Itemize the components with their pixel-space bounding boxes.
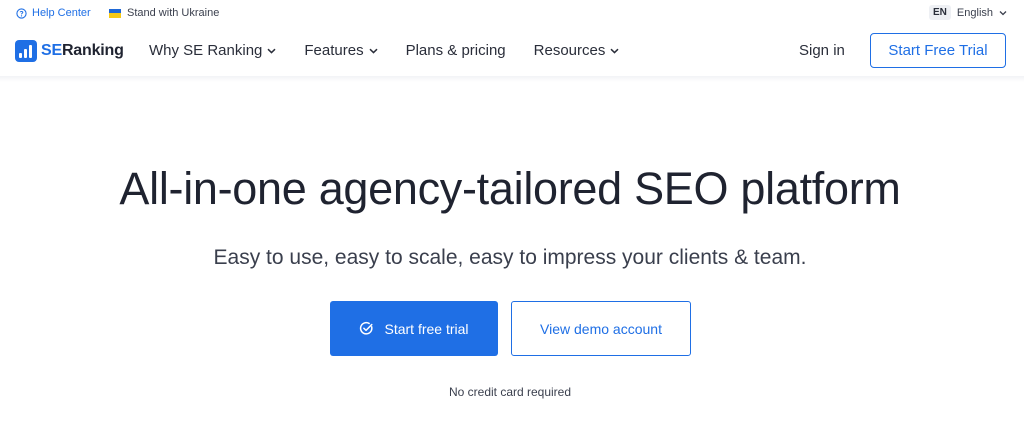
chevron-down-icon [267,48,276,54]
logo-text: SERanking [41,42,124,59]
ukraine-flag-icon [109,8,121,18]
nav-item-features[interactable]: Features [304,42,378,59]
nav-shadow-divider [0,76,1024,82]
question-circle-icon [16,7,27,19]
language-code: EN [929,5,951,20]
check-circle-icon [360,321,374,335]
nav-item-why-se-ranking[interactable]: Why SE Ranking [149,42,276,59]
start-free-trial-button[interactable]: Start Free Trial [870,33,1006,68]
stand-with-ukraine-link[interactable]: Stand with Ukraine [109,7,219,19]
nav-item-label: Why SE Ranking [149,42,263,59]
chevron-down-icon [999,10,1007,15]
utility-bar: Help Center Stand with Ukraine EN Englis… [0,0,1024,28]
main-navigation: SERanking Why SE Ranking Features Plans … [0,28,1024,76]
logo-bars-icon [15,40,37,62]
nav-item-label: Features [304,42,364,59]
hero-subtitle: Easy to use, easy to scale, easy to impr… [213,246,807,269]
se-ranking-logo[interactable]: SERanking [15,40,124,62]
stand-with-ukraine-label: Stand with Ukraine [127,7,220,19]
language-label: English [956,6,993,19]
chevron-down-icon [369,48,378,54]
chevron-down-icon [610,48,619,54]
nav-item-label: Plans & pricing [405,42,506,59]
nav-menu: Why SE Ranking Features Plans & pricing … [149,42,647,59]
help-center-link[interactable]: Help Center [16,7,91,19]
hero-title: All-in-one agency-tailored SEO platform [119,163,901,214]
language-selector[interactable]: EN English [929,5,1007,20]
start-free-trial-label: Start free trial [384,320,469,337]
sign-in-link[interactable]: Sign in [799,42,845,59]
view-demo-account-label: View demo account [540,320,662,337]
nav-item-label: Resources [533,42,606,59]
no-credit-card-note: No credit card required [448,385,572,399]
start-free-trial-hero-button[interactable]: Start free trial [330,301,498,356]
view-demo-account-button[interactable]: View demo account [511,301,691,356]
nav-item-resources[interactable]: Resources [534,42,620,59]
help-center-label: Help Center [32,7,91,19]
nav-item-plans-pricing[interactable]: Plans & pricing [406,42,506,59]
